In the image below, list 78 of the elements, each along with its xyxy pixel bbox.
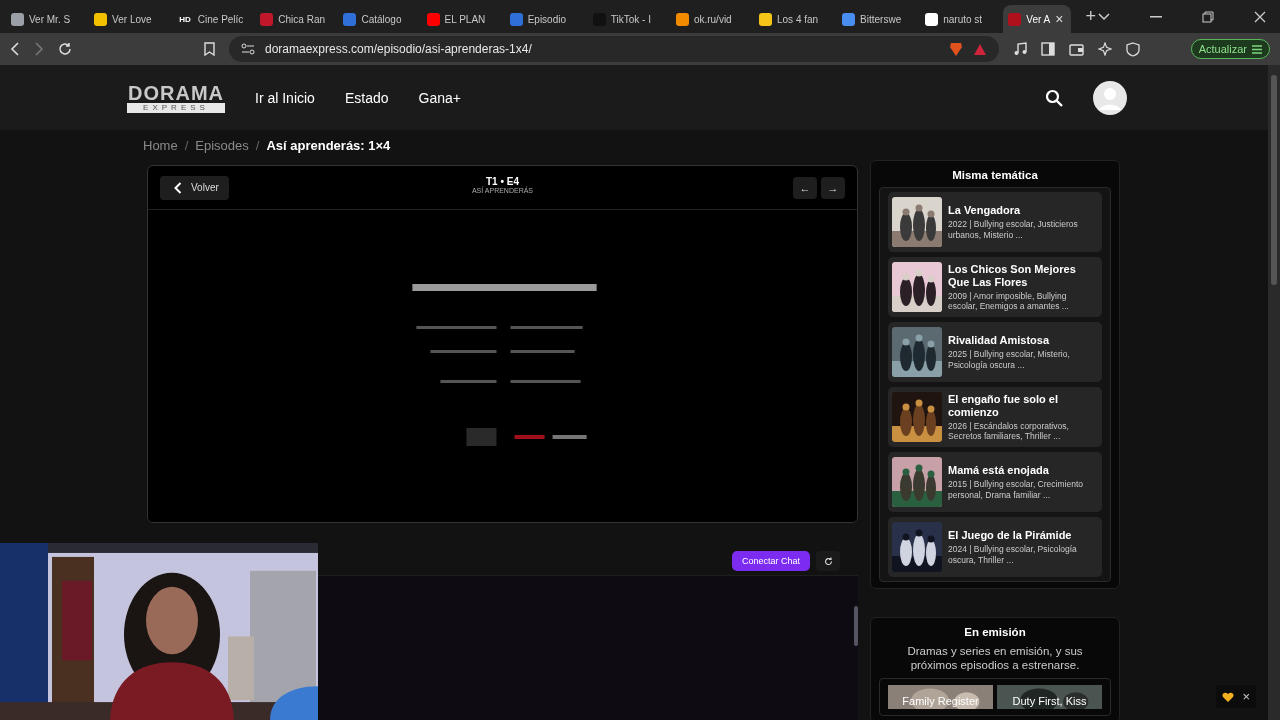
search-icon[interactable]	[1045, 88, 1063, 107]
update-button[interactable]: Actualizar	[1190, 39, 1270, 59]
drama-card[interactable]: El Juego de la Pirámide 2024 | Bullying escolar, Psicología oscura, Thriller ...	[888, 517, 1102, 577]
drama-title: El engaño fue solo el comienzo	[948, 392, 1060, 419]
menu-icon	[1252, 44, 1262, 54]
breadcrumb-separator: /	[255, 137, 260, 153]
back-button[interactable]: Volver	[160, 175, 229, 200]
drama-info: 2024 | Bullying escolar, Psicología oscura, Thriller ...	[948, 544, 1078, 565]
panel-title: Misma temática	[952, 169, 1038, 181]
browser-tab[interactable]: Los 4 fan	[754, 5, 836, 33]
close-button[interactable]: ×	[1242, 689, 1250, 704]
browser-tab[interactable]: EL PLAN	[421, 5, 503, 33]
previous-button[interactable]: ←	[793, 176, 817, 199]
close-tab-button[interactable]: ×	[1055, 11, 1064, 27]
chevron-left-icon	[174, 181, 182, 194]
scrollbar-thumb[interactable]	[854, 606, 858, 646]
drama-card[interactable]: La Vengadora 2022 | Bullying escolar, Justicieros urbanos, Misterio ...	[888, 192, 1102, 252]
avatar-icon[interactable]	[1093, 80, 1127, 115]
browser-tab[interactable]: Chica Ran	[255, 5, 337, 33]
browser-tab[interactable]: ok.ru/vid	[670, 5, 752, 33]
reload-icon[interactable]	[58, 42, 72, 56]
browser-tab[interactable]: Ver Love	[89, 5, 171, 33]
browser-tab[interactable]: naruto st	[920, 5, 1002, 33]
panel-description: Dramas y series en emisión, y sus próximos episodios a estrenarse.	[906, 644, 1084, 672]
browser-tab[interactable]: Ver Mr. S	[6, 5, 88, 33]
drama-info: 2026 | Escándalos corporativos, Secretos familiares, Thriller ...	[948, 420, 1070, 442]
chevron-down-icon[interactable]	[1098, 12, 1110, 21]
drama-title: Los Chicos Son Mejores Que Las Flores	[948, 262, 1077, 289]
drama-title: Rivalidad Amistosa	[948, 334, 1051, 347]
show-title: Duty First, Kiss	[1011, 695, 1088, 707]
nav-link[interactable]: Ir al Inicio	[255, 89, 315, 106]
drama-title: El Juego de la Pirámide	[948, 529, 1073, 542]
breadcrumb-link[interactable]: Home	[143, 137, 178, 153]
music-icon[interactable]	[1013, 42, 1027, 56]
refresh-button[interactable]	[816, 551, 840, 571]
connect-chat-button[interactable]: Conectar Chat	[731, 551, 810, 571]
panel-title: En emisión	[964, 626, 1026, 638]
drama-card[interactable]: Los Chicos Son Mejores Que Las Flores 2009 | Amor imposible, Bullying escolar, Enemigos a amantes ...	[888, 257, 1102, 317]
breadcrumb-link[interactable]: Así aprenderás: 1×4	[266, 137, 391, 153]
breadcrumb-link[interactable]: Episodes	[195, 137, 249, 153]
scrollbar-thumb[interactable]	[1271, 75, 1277, 285]
nav-link[interactable]: Gana+	[418, 89, 461, 106]
lion-shield-icon[interactable]	[949, 41, 963, 57]
browser-tab[interactable]: TikTok - I	[587, 5, 669, 33]
drama-info: 2015 | Bullying escolar, Crecimiento personal, Drama familiar ...	[948, 479, 1084, 500]
site-logo[interactable]: DORAMA EXPRESS	[127, 82, 225, 113]
browser-tab[interactable]: Bitterswe	[837, 5, 919, 33]
drama-card[interactable]: Mamá está enojada 2015 | Bullying escolar, Crecimiento personal, Drama familiar ...	[888, 452, 1102, 512]
browser-tab[interactable]: HD Cine Pelíc	[172, 5, 254, 33]
new-tab-button[interactable]: +	[1085, 6, 1096, 27]
refresh-icon	[823, 556, 833, 566]
sidebar-icon[interactable]	[1041, 42, 1055, 56]
shield-icon[interactable]	[1126, 41, 1140, 57]
drama-info: 2025 | Bullying escolar, Misterio, Psicología oscura ...	[948, 349, 1071, 370]
episode-number: T1 • E4	[486, 176, 519, 187]
nav-link[interactable]: Estado	[344, 89, 389, 106]
drama-card[interactable]: El engaño fue solo el comienzo 2026 | Escándalos corporativos, Secretos familiares, Thriller ...	[888, 387, 1102, 447]
close-icon[interactable]	[1254, 10, 1266, 23]
drama-card[interactable]: Rivalidad Amistosa 2025 | Bullying escolar, Misterio, Psicología oscura ...	[888, 322, 1102, 382]
bookmark-icon[interactable]	[204, 42, 215, 56]
drama-title: La Vengadora	[948, 204, 1022, 217]
breadcrumb-separator: /	[184, 137, 189, 153]
address-bar[interactable]: doramaexpress.com/episodio/asi-aprenderas-1x4/	[229, 36, 999, 62]
drama-title: Mamá está enojada	[948, 464, 1050, 477]
minimize-icon[interactable]	[1150, 15, 1162, 18]
browser-tab[interactable]: Catálogo	[338, 5, 420, 33]
back-icon[interactable]	[10, 42, 20, 56]
browser-tab[interactable]: Episodio	[504, 5, 586, 33]
sparkle-icon[interactable]	[1098, 42, 1112, 56]
wallet-icon[interactable]	[1069, 42, 1084, 56]
next-button[interactable]: →	[821, 176, 845, 199]
triangle-icon[interactable]	[973, 42, 987, 56]
restore-icon[interactable]	[1202, 10, 1214, 23]
site-settings-icon	[241, 43, 255, 55]
browser-tab[interactable]: Ver A ×	[1003, 5, 1072, 33]
drama-info: 2022 | Bullying escolar, Justicieros urbanos, Misterio ...	[948, 219, 1079, 240]
forward-icon[interactable]	[34, 42, 44, 56]
drama-info: 2009 | Amor imposible, Bullying escolar, Enemigos a amantes ...	[948, 290, 1070, 312]
